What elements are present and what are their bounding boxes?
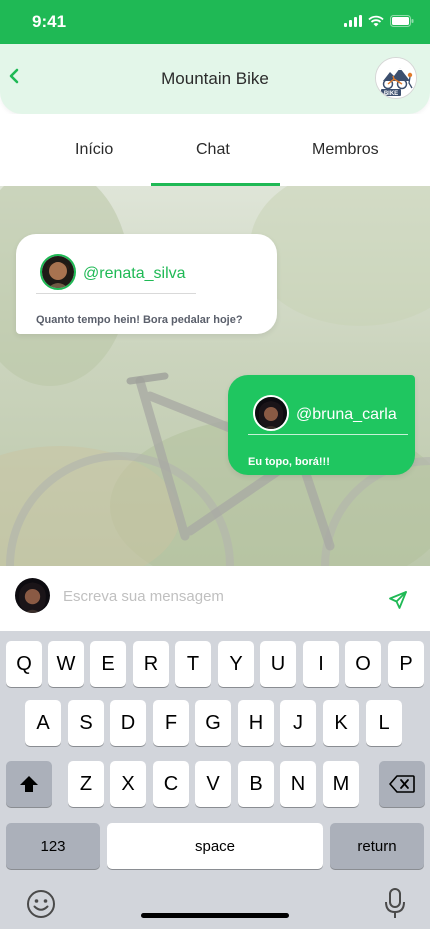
user-photo-icon <box>42 256 74 288</box>
key-i[interactable]: I <box>303 641 339 687</box>
backspace-icon <box>389 775 415 793</box>
key-h[interactable]: H <box>238 700 274 746</box>
key-n[interactable]: N <box>280 761 316 807</box>
key-f[interactable]: F <box>153 700 189 746</box>
tab-bar: Início Chat Membros <box>0 114 430 186</box>
key-z[interactable]: Z <box>68 761 104 807</box>
message-text: Eu topo, borá!!! <box>248 456 330 468</box>
signal-icon <box>344 15 362 27</box>
wifi-icon <box>368 15 384 27</box>
svg-text:BIKE: BIKE <box>384 91 398 97</box>
tab-chat[interactable]: Chat <box>196 141 230 159</box>
key-e[interactable]: E <box>90 641 126 687</box>
home-indicator <box>141 913 289 918</box>
chat-header: Mountain Bike BIKE <box>0 44 430 114</box>
key-o[interactable]: O <box>345 641 381 687</box>
divider <box>36 293 196 294</box>
avatar[interactable] <box>253 395 289 431</box>
shift-key[interactable] <box>6 761 52 807</box>
battery-icon <box>390 15 414 27</box>
key-a[interactable]: A <box>25 700 61 746</box>
chat-area[interactable]: @renata_silva Quanto tempo hein! Bora pe… <box>0 186 430 566</box>
avatar[interactable] <box>15 578 50 613</box>
message-bubble-sent: @bruna_carla Eu topo, borá!!! <box>228 375 415 475</box>
key-u[interactable]: U <box>260 641 296 687</box>
key-d[interactable]: D <box>110 700 146 746</box>
key-p[interactable]: P <box>388 641 424 687</box>
key-q[interactable]: Q <box>6 641 42 687</box>
bike-logo-icon: BIKE <box>376 58 416 98</box>
key-l[interactable]: L <box>366 700 402 746</box>
status-bar: 9:41 <box>0 0 430 44</box>
shift-icon <box>20 776 38 792</box>
return-key[interactable]: return <box>330 823 424 869</box>
message-username[interactable]: @renata_silva <box>83 265 186 283</box>
emoji-button[interactable] <box>25 888 57 920</box>
status-time: 9:41 <box>32 12 67 31</box>
key-x[interactable]: X <box>110 761 146 807</box>
message-text: Quanto tempo hein! Bora pedalar hoje? <box>36 314 243 326</box>
user-photo-icon <box>255 397 287 429</box>
key-k[interactable]: K <box>323 700 359 746</box>
key-r[interactable]: R <box>133 641 169 687</box>
send-icon <box>389 591 407 609</box>
emoji-icon <box>27 890 55 918</box>
key-j[interactable]: J <box>280 700 316 746</box>
avatar[interactable] <box>40 254 76 290</box>
key-y[interactable]: Y <box>218 641 254 687</box>
backspace-key[interactable] <box>379 761 425 807</box>
microphone-icon <box>385 888 405 918</box>
user-photo-icon <box>15 578 50 613</box>
group-title: Mountain Bike <box>161 69 269 88</box>
send-button[interactable] <box>388 590 412 614</box>
key-t[interactable]: T <box>175 641 211 687</box>
key-g[interactable]: G <box>195 700 231 746</box>
numbers-key[interactable]: 123 <box>6 823 100 869</box>
status-icons <box>344 15 414 27</box>
space-key[interactable]: space <box>107 823 323 869</box>
key-w[interactable]: W <box>48 641 84 687</box>
tab-membros[interactable]: Membros <box>312 141 379 159</box>
message-input[interactable] <box>58 580 358 612</box>
key-c[interactable]: C <box>153 761 189 807</box>
keyboard: Q W E R T Y U I O P A S D F G H J K L Z … <box>0 631 430 929</box>
message-composer <box>0 566 430 631</box>
key-m[interactable]: M <box>323 761 359 807</box>
tab-inicio[interactable]: Início <box>75 141 113 159</box>
key-v[interactable]: V <box>195 761 231 807</box>
divider <box>248 434 408 435</box>
message-bubble-received: @renata_silva Quanto tempo hein! Bora pe… <box>16 234 277 334</box>
message-username[interactable]: @bruna_carla <box>296 406 397 424</box>
key-s[interactable]: S <box>68 700 104 746</box>
key-b[interactable]: B <box>238 761 274 807</box>
group-avatar[interactable]: BIKE <box>375 57 417 99</box>
microphone-button[interactable] <box>383 887 407 921</box>
